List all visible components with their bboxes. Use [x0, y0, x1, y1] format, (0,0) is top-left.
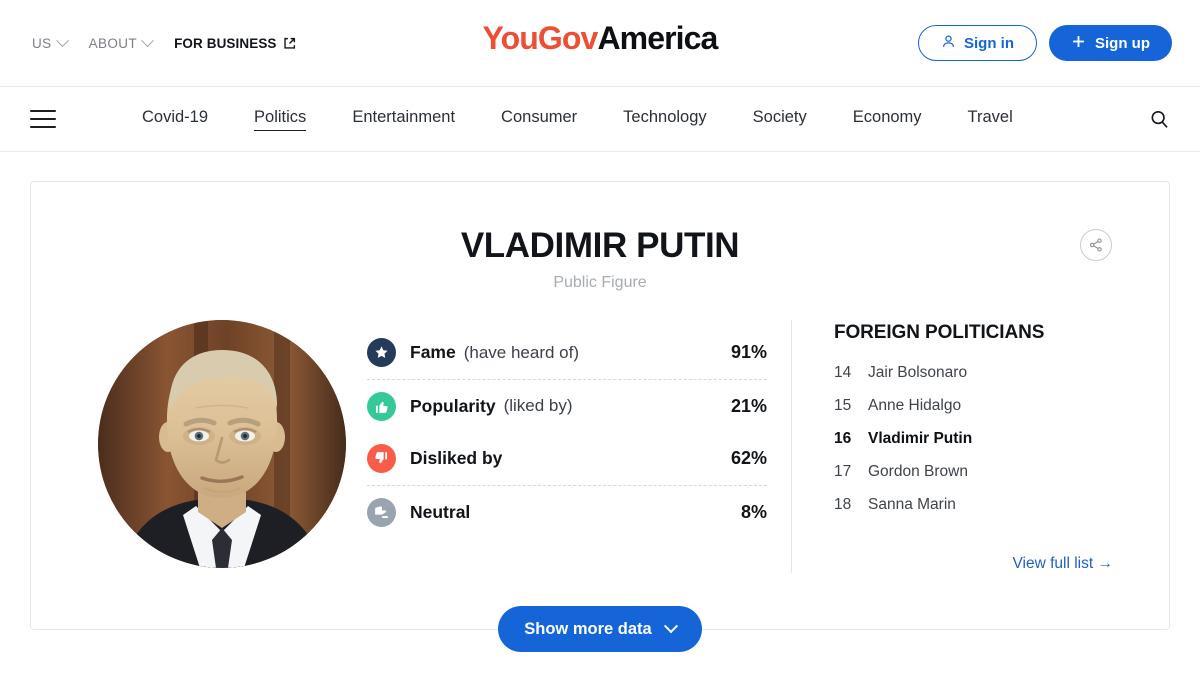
nav-item-covid-19[interactable]: Covid-19: [142, 108, 208, 130]
stat-sublabel: (have heard of): [463, 342, 580, 362]
ranking-item[interactable]: 18 Sanna Marin: [834, 496, 1121, 529]
stat-label: Popularity: [410, 395, 496, 416]
show-more-label: Show more data: [524, 619, 652, 638]
stat-row-disliked-by: Disliked by 62%: [367, 432, 767, 485]
stat-value: 21%: [730, 395, 767, 416]
stat-row-popularity: Popularity (liked by) 21%: [367, 379, 767, 432]
view-full-list-link[interactable]: View full list →: [1013, 555, 1114, 572]
ranking-item[interactable]: 16 Vladimir Putin: [834, 430, 1121, 463]
site-logo[interactable]: YouGovAmerica: [482, 20, 719, 57]
ranking-name: Jair Bolsonaro: [868, 364, 968, 381]
region-selector[interactable]: US: [32, 33, 69, 51]
user-icon: [941, 34, 956, 53]
ranking-name: Anne Hidalgo: [868, 397, 962, 414]
show-more-data-button[interactable]: Show more data: [498, 606, 702, 652]
search-icon[interactable]: [1146, 106, 1172, 132]
sign-in-button[interactable]: Sign in: [918, 25, 1037, 61]
stat-value: 8%: [740, 501, 767, 522]
stat-value: 91%: [730, 342, 767, 362]
for-business-label: FOR BUSINESS: [174, 35, 277, 51]
nav-item-technology[interactable]: Technology: [623, 108, 706, 130]
nav-item-travel[interactable]: Travel: [968, 108, 1013, 130]
nav-item-consumer[interactable]: Consumer: [501, 108, 577, 130]
thumbs-sideways-icon: [367, 497, 396, 527]
stat-label: Fame: [410, 342, 456, 362]
ranking-number: 17: [834, 463, 852, 480]
portrait-column: [77, 320, 367, 573]
external-link-icon: [283, 37, 296, 50]
chevron-down-icon: [141, 33, 154, 47]
chevron-down-icon: [55, 33, 69, 47]
about-menu[interactable]: ABOUT: [88, 33, 154, 51]
ranking-number: 16: [834, 430, 852, 447]
nav-item-economy[interactable]: Economy: [853, 108, 922, 130]
sign-up-button[interactable]: Sign up: [1049, 25, 1172, 61]
ranking-name: Vladimir Putin: [868, 430, 973, 447]
sign-up-label: Sign up: [1095, 34, 1150, 52]
star-icon: [367, 338, 396, 367]
stat-row-fame: Fame (have heard of) 91%: [367, 326, 767, 379]
auth-buttons: Sign in Sign up: [918, 25, 1172, 61]
logo-yougov: YouGov: [482, 20, 599, 56]
ranking-number: 18: [834, 496, 852, 513]
region-label: US: [32, 35, 52, 51]
ranking-item[interactable]: 17 Gordon Brown: [834, 463, 1121, 496]
ranking-item[interactable]: 14 Jair Bolsonaro: [834, 364, 1121, 397]
nav-item-politics[interactable]: Politics: [254, 108, 307, 131]
about-label: ABOUT: [88, 35, 138, 51]
top-utility-bar: US ABOUT FOR BUSINESS YouGovAmerica Sign…: [0, 0, 1200, 86]
nav-item-entertainment[interactable]: Entertainment: [352, 108, 455, 130]
share-button[interactable]: [1080, 229, 1112, 261]
for-business-link[interactable]: FOR BUSINESS: [174, 36, 295, 51]
ranking-name: Gordon Brown: [868, 463, 968, 480]
view-full-list: View full list →: [834, 555, 1121, 573]
hamburger-menu-icon[interactable]: [30, 110, 56, 128]
ranking-title: FOREIGN POLITICIANS: [834, 322, 1045, 343]
ranking-item[interactable]: 15 Anne Hidalgo: [834, 397, 1121, 430]
profile-category: Public Figure: [553, 274, 647, 291]
ranking-number: 15: [834, 397, 852, 414]
chevron-down-icon: [663, 619, 678, 634]
plus-icon: [1071, 34, 1086, 53]
nav-links: Covid-19 Politics Entertainment Consumer Tec…: [142, 108, 1013, 131]
show-more-wrap: Show more data: [31, 606, 1169, 652]
ranking-number: 14: [834, 364, 852, 381]
stat-sublabel: (liked by): [503, 396, 573, 415]
profile-card: VLADIMIR PUTIN Public Figure Fame (have …: [30, 181, 1170, 652]
ranking-name: Sanna Marin: [868, 496, 956, 513]
logo-america: America: [597, 20, 718, 56]
thumbs-down-icon: [367, 444, 396, 473]
stat-label: Neutral: [410, 501, 471, 522]
stat-row-neutral: Neutral 8%: [367, 485, 767, 538]
stat-value: 62%: [730, 448, 767, 468]
ranking-list: 14 Jair Bolsonaro 15 Anne Hidalgo 16 Vladimir…: [834, 364, 1121, 529]
main-navigation: Covid-19 Politics Entertainment Consumer Tec…: [0, 86, 1200, 152]
avatar: [98, 320, 346, 568]
card-body: Fame (have heard of) 91% Popularity (liked b…: [31, 320, 1169, 573]
utility-links: US ABOUT FOR BUSINESS: [32, 33, 296, 51]
page-title: VLADIMIR PUTIN: [460, 226, 740, 265]
stats-list: Fame (have heard of) 91% Popularity (liked b…: [367, 320, 767, 573]
stat-label: Disliked by: [410, 448, 503, 468]
nav-item-society[interactable]: Society: [753, 108, 807, 130]
ranking-panel: FOREIGN POLITICIANS 14 Jair Bolsonaro 15 An…: [791, 320, 1121, 573]
sign-in-label: Sign in: [964, 34, 1014, 52]
thumbs-up-icon: [367, 391, 396, 421]
